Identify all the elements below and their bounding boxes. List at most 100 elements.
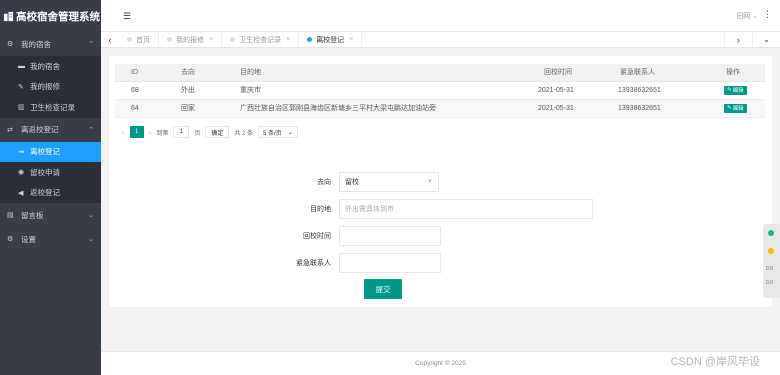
tabs-prev-icon[interactable]: ‹ bbox=[101, 35, 119, 45]
watermark: CSDN @岸风毕设 bbox=[670, 356, 760, 368]
swap-icon: ⇄ bbox=[7, 126, 13, 134]
chevron-down-icon: ⌄ bbox=[88, 236, 94, 243]
close-icon[interactable]: × bbox=[286, 36, 290, 43]
sidebar-item-my-dorm[interactable]: ▬ 我的宿舍 bbox=[0, 56, 101, 77]
chevron-up-icon: ⌃ bbox=[88, 126, 94, 134]
tab-leave-register[interactable]: 离校登记 × bbox=[299, 31, 363, 48]
sidebar: 高校宿舍管理系统 ⚙ 我的宿舍 ⌃ ▬ 我的宿舍 ✎ 我的报修 ▥ 卫生检查记录… bbox=[0, 0, 101, 375]
return-time-input[interactable] bbox=[339, 226, 441, 246]
sidebar-item-my-repair[interactable]: ✎ 我的报修 bbox=[0, 77, 101, 98]
page-current[interactable]: 1 bbox=[129, 126, 144, 138]
status-dot-icon bbox=[768, 248, 774, 254]
building-icon bbox=[3, 11, 14, 21]
tab-label: 卫生检查记录 bbox=[239, 36, 282, 44]
pagination: ‹ 1 › 到第 1 页 确定 共 2 条 5 条/页 ⌄ bbox=[122, 126, 298, 138]
chevron-up-icon: ⌃ bbox=[88, 41, 94, 48]
more-icon[interactable]: ⋮ bbox=[763, 9, 772, 20]
sidebar-item-return-register[interactable]: ◀ 返校登记 bbox=[0, 183, 101, 204]
sidebar-group-message[interactable]: ▤ 留言板 ⌄ bbox=[0, 203, 101, 227]
submit-button[interactable]: 提交 bbox=[364, 279, 402, 299]
sidebar-item-stay-apply[interactable]: ◉ 留校申请 bbox=[0, 162, 101, 183]
cell-return-time: 2021-05-31 bbox=[518, 81, 604, 100]
sidebar-group-dorm[interactable]: ⚙ 我的宿舍 ⌃ bbox=[0, 32, 101, 56]
brand: 高校宿舍管理系统 bbox=[0, 0, 101, 32]
table-row: 68 外出 重庆市 2021-05-31 13938632651 ✎ 编辑 bbox=[115, 81, 765, 100]
tab-label: 离校登记 bbox=[316, 36, 345, 44]
col-direction: 去向 bbox=[165, 64, 224, 82]
table-row: 64 回家 广西壮族自治区郭刚县海齿区新塘乡三平村大梁屯鹏达加油站旁 2021-… bbox=[115, 99, 765, 118]
sidebar-item-label: 离校登记 bbox=[30, 147, 60, 157]
bed-icon: ▬ bbox=[18, 62, 25, 70]
gear-icon: ⚙ bbox=[7, 41, 14, 48]
contact-input[interactable] bbox=[339, 253, 441, 273]
tab-label: 首页 bbox=[136, 36, 150, 44]
sidebar-item-hygiene[interactable]: ▥ 卫生检查记录 bbox=[0, 97, 101, 118]
cell-action: ✎ 编辑 bbox=[690, 99, 765, 118]
sidebar-group-settings[interactable]: ⚙ 设置 ⌄ bbox=[0, 227, 101, 251]
form-row-return: 回校时间 bbox=[269, 226, 441, 246]
tab-home[interactable]: 首页 bbox=[119, 31, 159, 48]
page-prev-icon[interactable]: ‹ bbox=[122, 128, 125, 137]
page-size-value: 5 条/页 bbox=[263, 130, 282, 137]
page-next-icon[interactable]: › bbox=[149, 128, 152, 137]
tab-dot bbox=[127, 37, 132, 42]
sidebar-item-leave-register[interactable]: ⇥ 离校登记 bbox=[0, 141, 101, 162]
user-name: 旧网 bbox=[736, 13, 751, 20]
table-header-row: ID 去向 目的地 回校时间 紧急联系人 操作 bbox=[115, 64, 765, 82]
col-contact: 紧急联系人 bbox=[604, 64, 690, 82]
edit-label: 编辑 bbox=[732, 88, 744, 94]
chart-icon: ▥ bbox=[18, 104, 25, 112]
close-icon[interactable]: × bbox=[209, 36, 213, 43]
float-value: 0.0 bbox=[766, 280, 773, 286]
direction-select[interactable]: 留校 ▼ bbox=[339, 172, 439, 192]
copyright: Copyright © 2025 bbox=[415, 360, 466, 367]
sidebar-group-leave-return[interactable]: ⇄ 离返校登记 ⌃ bbox=[0, 118, 101, 142]
destination-input[interactable]: 外出需具体到市 bbox=[339, 199, 593, 219]
chevron-down-icon: ⌄ bbox=[88, 212, 94, 219]
tab-my-repair[interactable]: 我的报修 × bbox=[159, 31, 223, 48]
goto-input[interactable]: 1 bbox=[173, 126, 190, 138]
float-panel[interactable]: 0.0 0.0 bbox=[763, 224, 780, 298]
page-size-select[interactable]: 5 条/页 ⌄ bbox=[258, 126, 298, 138]
return-time-label: 回校时间 bbox=[303, 233, 331, 240]
goto-label: 到第 bbox=[156, 130, 169, 137]
edit-button[interactable]: ✎ 编辑 bbox=[724, 103, 747, 113]
sidebar-sub-leave: ⇥ 离校登记 ◉ 留校申请 ◀ 返校登记 bbox=[0, 141, 101, 204]
tab-label: 我的报修 bbox=[176, 36, 204, 44]
sidebar-group-label: 留言板 bbox=[21, 210, 44, 220]
cell-id: 64 bbox=[115, 99, 165, 118]
col-return-time: 回校时间 bbox=[518, 64, 604, 82]
caret-down-icon: ▼ bbox=[427, 179, 433, 185]
tabs-menu-icon[interactable]: ⌄ bbox=[752, 31, 780, 48]
cell-id: 68 bbox=[115, 81, 165, 100]
sidebar-item-label: 我的报修 bbox=[30, 82, 60, 92]
exit-icon: ⇥ bbox=[18, 148, 24, 156]
tabs-next-icon[interactable]: › bbox=[724, 31, 752, 48]
cell-direction: 回家 bbox=[165, 99, 224, 118]
sidebar-group-label: 设置 bbox=[21, 234, 36, 244]
tab-dot bbox=[307, 37, 313, 42]
goto-confirm-button[interactable]: 确定 bbox=[205, 126, 230, 138]
edit-button[interactable]: ✎ 编辑 bbox=[724, 85, 747, 95]
sidebar-item-label: 卫生检查记录 bbox=[30, 102, 75, 112]
menu-icon[interactable]: ☰ bbox=[123, 11, 131, 22]
note-icon: ▤ bbox=[7, 212, 14, 219]
cell-action: ✎ 编辑 bbox=[690, 81, 765, 100]
tab-dot bbox=[230, 37, 236, 42]
form-row-direction: 去向 留校 ▼ bbox=[269, 172, 439, 192]
cell-direction: 外出 bbox=[165, 81, 224, 100]
close-icon[interactable]: × bbox=[349, 36, 353, 43]
direction-value: 留校 bbox=[345, 179, 359, 186]
tab-hygiene[interactable]: 卫生检查记录 × bbox=[222, 31, 300, 48]
user-menu[interactable]: 旧网 ⌄ bbox=[736, 11, 758, 21]
volume-icon: ◀ bbox=[18, 189, 24, 197]
leave-table: ID 去向 目的地 回校时间 紧急联系人 操作 68 外出 重庆市 2021-0… bbox=[115, 64, 765, 118]
page-unit: 页 bbox=[194, 130, 201, 137]
destination-label: 目的地 bbox=[310, 206, 331, 213]
cell-destination: 广西壮族自治区郭刚县海齿区新塘乡三平村大梁屯鹏达加油站旁 bbox=[224, 99, 518, 118]
edit-label: 编辑 bbox=[732, 106, 744, 112]
wrench-icon: ✎ bbox=[18, 83, 24, 91]
sidebar-group-label: 离返校登记 bbox=[21, 125, 59, 134]
tab-dot bbox=[167, 37, 172, 42]
sidebar-item-label: 留校申请 bbox=[30, 167, 60, 177]
